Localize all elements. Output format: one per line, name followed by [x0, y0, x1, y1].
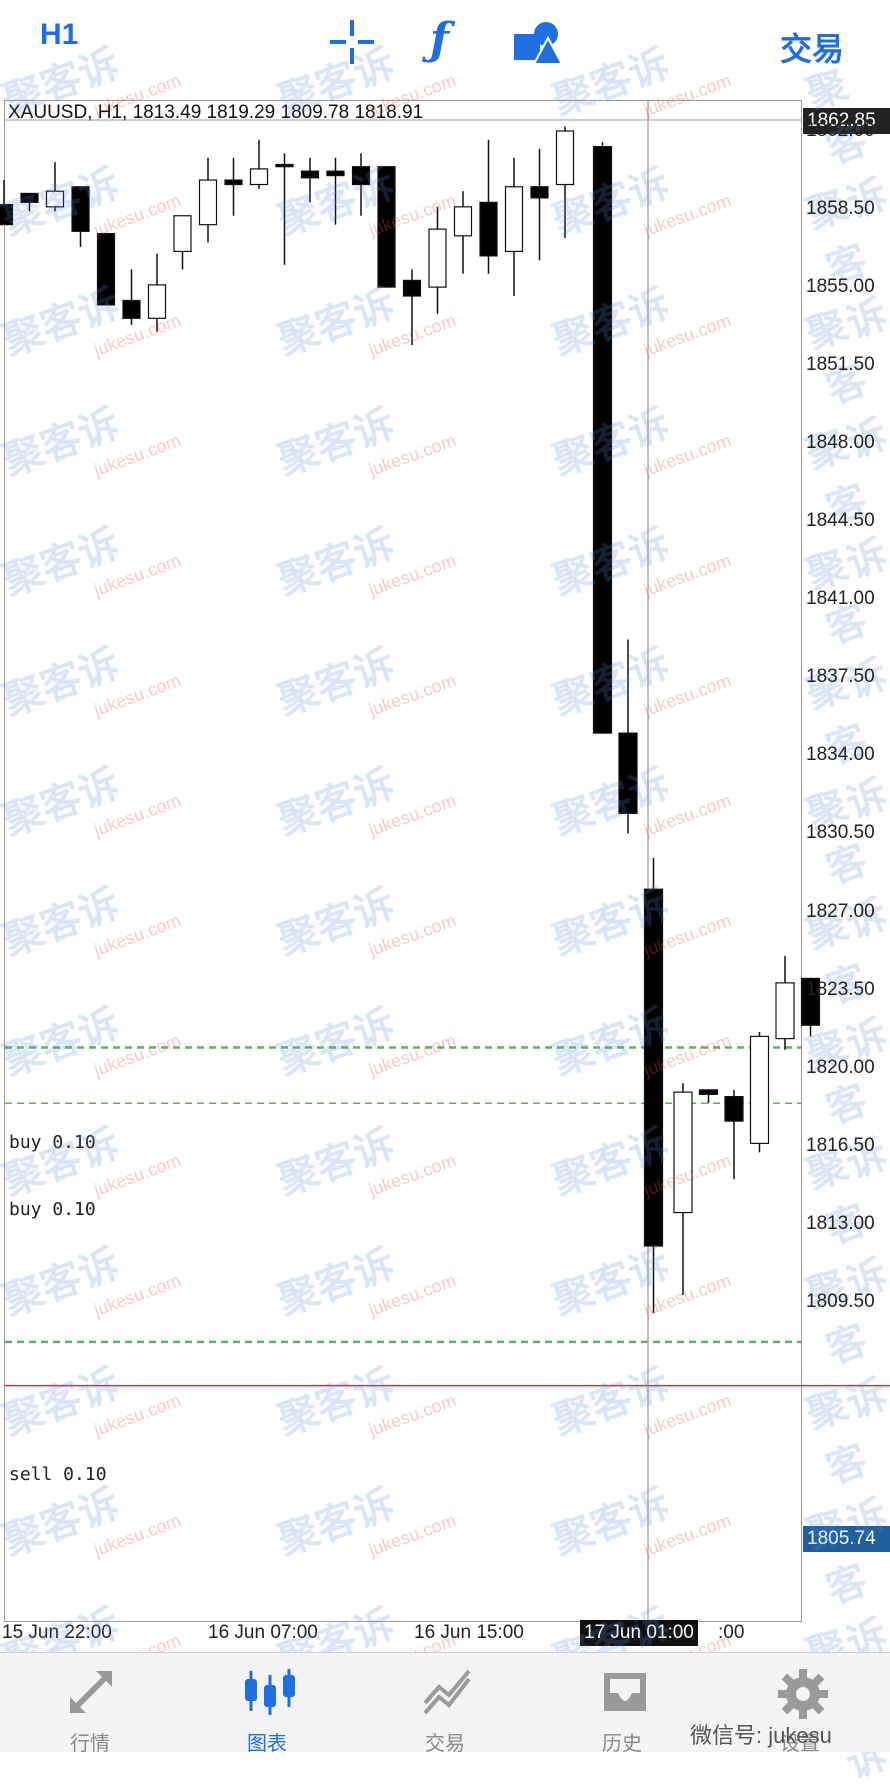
- candle-bearish: [326, 170, 345, 177]
- candle-bullish: [198, 179, 218, 226]
- candle-bullish: [775, 982, 795, 1040]
- order-label-sell: sell 0.10: [9, 1464, 107, 1485]
- candle-bullish: [45, 190, 65, 208]
- candle-bearish: [643, 888, 664, 1247]
- candle-bearish: [618, 732, 638, 814]
- candle-bullish: [504, 186, 524, 253]
- time-label: 16 Jun 15:00: [414, 1622, 524, 1643]
- candle-bearish: [351, 166, 371, 186]
- candlestick-chart: [0, 100, 890, 1622]
- nav-quotes[interactable]: 行情: [30, 1653, 150, 1755]
- bid-price-label: 1805.74: [803, 1526, 890, 1552]
- crosshair-time-label: 17 Jun 01:00: [580, 1620, 698, 1646]
- price-axis-label: 1837.50: [806, 666, 875, 688]
- quotes-arrows-icon: [70, 1671, 112, 1713]
- wechat-id-badge: 微信号: jukesu: [690, 1723, 832, 1748]
- candle-bullish: [428, 228, 447, 288]
- price-axis-label: 1862.00: [806, 120, 875, 141]
- price-axis-label: 1827.00: [806, 900, 875, 922]
- candle-bullish: [673, 1091, 693, 1214]
- candle-bearish: [300, 170, 320, 179]
- candle-bearish: [20, 192, 39, 203]
- symbol-info-label: XAUUSD, H1, 1813.49 1819.29 1809.78 1818…: [8, 102, 424, 123]
- candle-bearish: [377, 166, 396, 288]
- nav-history[interactable]: 历史: [562, 1653, 682, 1755]
- candle-bearish: [96, 232, 116, 306]
- candle-bearish: [698, 1089, 719, 1095]
- gear-icon: [778, 1669, 828, 1719]
- candle-bearish: [402, 279, 422, 297]
- price-axis-label: 1841.00: [806, 588, 875, 610]
- nav-label: 行情: [70, 1733, 110, 1755]
- candle-bullish: [249, 168, 269, 186]
- candle-bearish: [724, 1095, 744, 1122]
- nav-chart[interactable]: 图表: [207, 1653, 327, 1755]
- inbox-icon: [604, 1673, 646, 1711]
- candles-icon: [245, 1669, 295, 1715]
- candle-bullish: [749, 1035, 770, 1145]
- candle-bearish: [530, 186, 549, 199]
- candle-bullish: [555, 130, 575, 186]
- price-axis-label: 1816.50: [806, 1134, 875, 1156]
- candle-bearish: [479, 201, 498, 257]
- order-label-buy: buy 0.10: [9, 1199, 96, 1220]
- price-axis-label: 1851.50: [806, 354, 875, 376]
- price-axis-label: 1858.50: [806, 198, 875, 220]
- candle-bullish: [453, 206, 473, 237]
- price-axis-label: 1848.00: [806, 432, 875, 454]
- nav-label: 历史: [602, 1733, 642, 1755]
- candle-bearish: [224, 179, 243, 186]
- candle-bearish: [71, 186, 90, 232]
- candle-bearish: [122, 299, 141, 319]
- candle-bearish: [275, 163, 294, 168]
- time-label: 16 Jun 07:00: [208, 1622, 318, 1643]
- price-axis-label: 1830.50: [806, 822, 875, 844]
- nav-label: 交易: [425, 1733, 465, 1755]
- price-axis-label: 1834.00: [806, 744, 875, 766]
- candle-bearish: [0, 203, 14, 226]
- nav-label: 图表: [247, 1733, 287, 1755]
- candle-bullish: [147, 284, 167, 319]
- trade-trend-icon: [423, 1669, 471, 1715]
- time-label-partial: :00: [718, 1622, 745, 1643]
- price-axis-label: 1855.00: [806, 276, 875, 298]
- price-axis-label: 1809.50: [806, 1290, 875, 1312]
- candle-bearish: [592, 146, 613, 734]
- candle-bullish: [173, 215, 192, 253]
- price-axis-label: 1820.00: [806, 1056, 875, 1078]
- price-axis-label: 1823.50: [806, 978, 875, 1000]
- price-axis-label: 1844.50: [806, 510, 875, 532]
- time-label: 15 Jun 22:00: [2, 1622, 112, 1643]
- order-label-buy: buy 0.10: [9, 1132, 96, 1153]
- nav-trade[interactable]: 交易: [385, 1653, 505, 1755]
- price-axis-label: 1813.00: [806, 1212, 875, 1234]
